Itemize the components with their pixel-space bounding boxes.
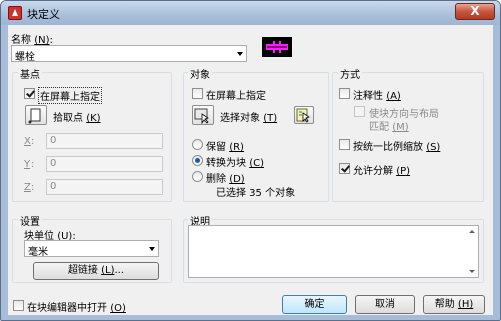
x-coordinate-field[interactable]: 0 [46,133,163,149]
cancel-button[interactable]: 取消 [355,295,415,314]
retain-label: 保留 (R) [206,142,244,153]
hyperlink-button[interactable]: 超链接 (L)... [33,262,159,280]
quick-select-button[interactable] [294,106,314,124]
dialog-title: 块定义 [27,8,60,21]
select-objects-button[interactable] [192,105,214,125]
objects-group-label: 对象 [188,66,212,81]
block-definition-dialog: 块定义 X 名称 (N): 螺栓 基点 在屏幕上指定 拾取点 (K) X: 0… [0,0,501,321]
z-colon: : [31,182,35,193]
y-colon: : [31,159,35,170]
quick-select-icon [296,108,310,123]
open-in-block-editor-label: 在块编辑器中打开 (O) [27,303,126,314]
scale-uniformly-checkbox[interactable] [339,139,350,150]
selected-objects-status: 已选择 35 个对象 [216,188,296,199]
name-value: 螺栓 [15,52,35,63]
x-colon: : [31,136,35,147]
objects-specify-on-screen-checkbox[interactable] [192,88,203,99]
open-in-block-editor-checkbox[interactable] [13,300,24,311]
chevron-down-icon[interactable] [149,247,155,251]
annotative-label: 注释性 (A) [353,91,401,102]
pick-point-icon [28,108,41,124]
block-unit-value: 毫米 [28,247,48,258]
base-point-group-label: 基点 [18,66,42,81]
dialog-body: 名称 (N): 螺栓 基点 在屏幕上指定 拾取点 (K) X: 0 Y: 0 … [8,25,493,315]
pick-point-label: 拾取点 (K) [53,113,101,124]
description-textarea[interactable] [188,225,479,278]
close-button[interactable]: X [455,3,495,20]
title-bar[interactable]: 块定义 X [1,1,500,25]
retain-radio[interactable] [192,139,203,150]
y-coordinate-field[interactable]: 0 [46,156,163,172]
chevron-down-icon[interactable] [237,52,243,56]
z-label: Z [24,182,31,193]
match-orientation-label-line2: 匹配 (M) [369,122,409,133]
scroll-up-icon[interactable] [469,230,475,233]
z-coordinate-field[interactable]: 0 [46,179,163,195]
objects-specify-on-screen-label: 在屏幕上指定 [206,91,266,102]
x-label: X [24,136,31,147]
base-specify-on-screen-label: 在屏幕上指定 [38,87,102,104]
delete-radio[interactable] [192,171,203,182]
block-preview [262,37,292,57]
behavior-group-label: 方式 [338,66,362,81]
allow-exploding-checkbox[interactable] [339,163,350,174]
name-combobox[interactable]: 螺栓 [11,45,247,63]
autocad-app-icon [8,6,22,20]
convert-to-block-label: 转换为块 (C) [206,158,264,169]
scroll-down-icon[interactable] [469,270,475,273]
settings-group-label: 设置 [18,213,42,228]
convert-to-block-radio[interactable] [192,155,203,166]
annotative-checkbox[interactable] [339,88,350,99]
pick-point-button[interactable] [25,105,47,125]
base-specify-on-screen-checkbox[interactable] [24,88,35,99]
block-unit-select[interactable]: 毫米 [24,240,159,258]
help-button[interactable]: 帮助 (H) [423,295,485,314]
match-orientation-checkbox[interactable] [354,106,365,117]
bolt-preview-icon [266,41,288,53]
y-label: Y [24,159,31,170]
allow-exploding-label: 允许分解 (P) [353,166,411,177]
select-objects-icon [194,108,209,125]
ok-button[interactable]: 确定 [282,295,347,314]
name-label: 名称 (N): [11,35,53,46]
delete-label: 删除 (D) [206,174,245,185]
scale-uniformly-label: 按统一比例缩放 (S) [353,142,441,153]
select-objects-label: 选择对象 (T) [220,113,278,124]
